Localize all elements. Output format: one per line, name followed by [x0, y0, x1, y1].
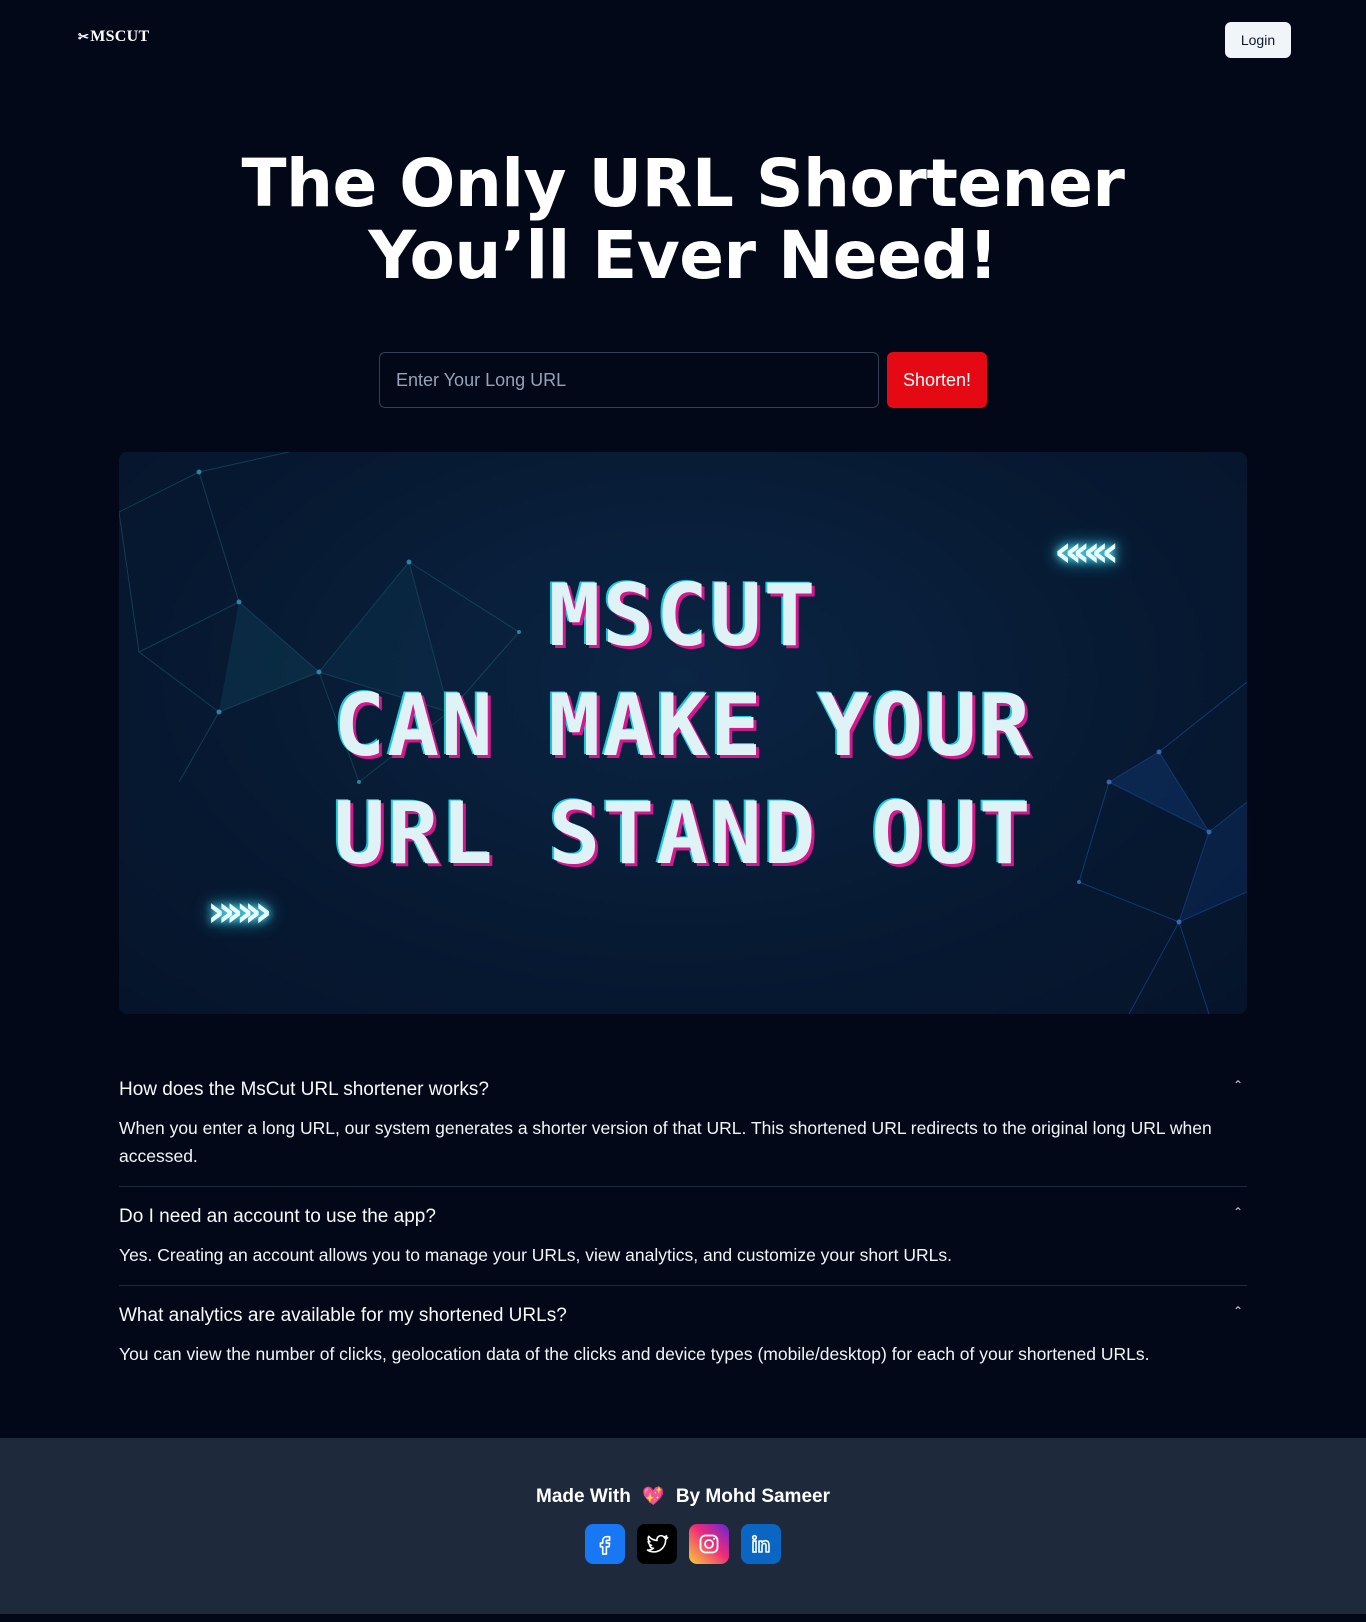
logo[interactable]: ✂ MSCUT [78, 28, 149, 46]
chevrons-right-icon: »»» [207, 886, 272, 937]
hero-title-line-2: You’ll Ever Need! [368, 217, 998, 294]
faq-answer: When you enter a long URL, our system ge… [119, 1118, 1212, 1166]
login-button[interactable]: Login [1225, 22, 1291, 58]
facebook-link[interactable] [585, 1524, 625, 1564]
logo-text: MSCUT [90, 28, 150, 45]
chevron-up-icon: ⌃ [1232, 1304, 1243, 1318]
linkedin-icon [751, 1534, 770, 1553]
hero-title: The Only URL Shortener You’ll Ever Need! [0, 148, 1366, 292]
twitter-icon [646, 1534, 669, 1553]
instagram-icon [699, 1534, 719, 1554]
faq-question-trigger[interactable]: How does the MsCut URL shortener works? … [119, 1060, 1247, 1120]
made-with-text: Made With [536, 1486, 631, 1507]
footer-credit: Made With 💖 By Mohd Sameer [0, 1486, 1366, 1508]
shorten-button[interactable]: Shorten! [887, 352, 987, 408]
banner-line-3: URL STAND OUT [333, 784, 1033, 884]
long-url-input[interactable] [379, 352, 879, 408]
faq-question-trigger[interactable]: What analytics are available for my shor… [119, 1286, 1247, 1346]
scissors-icon: ✂ [78, 29, 90, 44]
faq-question: What analytics are available for my shor… [119, 1305, 567, 1326]
twitter-link[interactable] [637, 1524, 677, 1564]
footer: Made With 💖 By Mohd Sameer [0, 1438, 1366, 1614]
faq-question: Do I need an account to use the app? [119, 1206, 436, 1227]
faq-item: How does the MsCut URL shortener works? … [119, 1060, 1247, 1187]
linkedin-link[interactable] [741, 1524, 781, 1564]
faq-question: How does the MsCut URL shortener works? [119, 1079, 489, 1100]
banner-line-1: MSCUT [548, 566, 818, 666]
instagram-link[interactable] [689, 1524, 729, 1564]
heart-icon: 💖 [642, 1486, 665, 1506]
chevron-up-icon: ⌃ [1232, 1205, 1243, 1219]
social-links [585, 1524, 781, 1564]
facebook-icon [599, 1535, 611, 1555]
shorten-form: Shorten! [379, 352, 987, 408]
faq-item: Do I need an account to use the app? ⌃ Y… [119, 1187, 1247, 1286]
faq-answer: You can view the number of clicks, geolo… [119, 1344, 1150, 1364]
chevron-up-icon: ⌃ [1232, 1078, 1243, 1092]
faq-accordion: How does the MsCut URL shortener works? … [119, 1060, 1247, 1384]
header: ✂ MSCUT Login [0, 0, 1366, 80]
author-text: By Mohd Sameer [675, 1486, 830, 1507]
promo-banner: ««« MSCUT CAN MAKE YOUR URL STAND OUT »»… [119, 452, 1247, 1014]
banner-line-2: CAN MAKE YOUR [333, 676, 1033, 776]
faq-answer: Yes. Creating an account allows you to m… [119, 1245, 952, 1265]
faq-item: What analytics are available for my shor… [119, 1286, 1247, 1384]
hero-title-line-1: The Only URL Shortener [241, 145, 1125, 222]
faq-question-trigger[interactable]: Do I need an account to use the app? ⌃ [119, 1187, 1247, 1247]
